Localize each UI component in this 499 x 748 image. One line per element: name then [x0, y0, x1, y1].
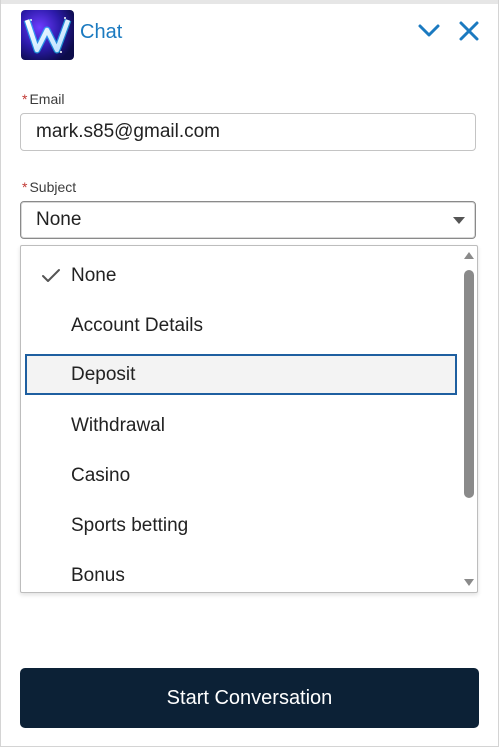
email-label: * Email: [22, 91, 64, 107]
brand-logo: [21, 10, 74, 60]
subject-dropdown-list[interactable]: None Account Details Deposit Withdrawal …: [20, 245, 478, 593]
scroll-down-arrow-icon[interactable]: [464, 579, 474, 586]
option-label: None: [71, 265, 117, 286]
option-account-details[interactable]: Account Details: [25, 305, 457, 346]
option-label: Withdrawal: [71, 415, 165, 436]
option-label: Account Details: [71, 315, 204, 336]
chevron-down-icon: [418, 24, 440, 37]
option-label: Sports betting: [71, 515, 189, 536]
email-value: mark.s85@gmail.com: [36, 121, 220, 142]
minimize-button[interactable]: [416, 18, 442, 44]
option-label: Bonus: [71, 565, 125, 586]
chat-header: Chat: [0, 4, 499, 60]
option-deposit[interactable]: Deposit: [25, 354, 457, 395]
scrollbar-thumb[interactable]: [464, 270, 474, 498]
option-casino[interactable]: Casino: [25, 455, 457, 496]
caret-down-icon: [453, 217, 465, 224]
checkmark-icon: [42, 269, 60, 282]
start-conversation-button[interactable]: Start Conversation: [20, 668, 479, 728]
close-button[interactable]: [456, 18, 482, 44]
required-marker: *: [22, 179, 28, 195]
email-label-text: Email: [29, 91, 65, 107]
option-withdrawal[interactable]: Withdrawal: [25, 405, 457, 446]
subject-label-text: Subject: [29, 179, 77, 195]
scroll-up-arrow-icon[interactable]: [464, 252, 474, 259]
option-sports-betting[interactable]: Sports betting: [25, 505, 457, 546]
option-label: Deposit: [71, 364, 136, 385]
required-marker: *: [22, 91, 28, 107]
chat-title: Chat: [80, 21, 123, 43]
subject-select[interactable]: None: [20, 201, 476, 239]
option-label: Casino: [71, 465, 131, 486]
email-field[interactable]: mark.s85@gmail.com: [20, 113, 476, 151]
option-bonus[interactable]: Bonus: [25, 555, 457, 592]
close-icon: [459, 21, 479, 41]
subject-label: * Subject: [22, 179, 76, 195]
subject-value: None: [36, 209, 82, 230]
option-none[interactable]: None: [25, 255, 457, 296]
